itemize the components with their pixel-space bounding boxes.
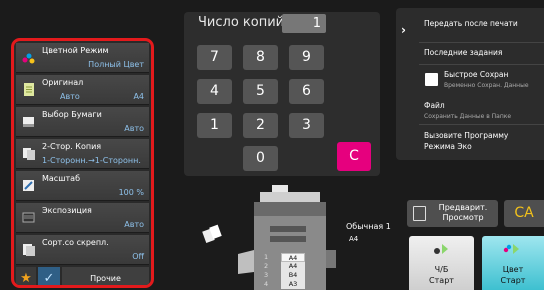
- tray-size[interactable]: A4: [281, 262, 305, 271]
- setting-name: Выбор Бумаги: [42, 110, 102, 119]
- setting-paper-select[interactable]: Выбор Бумаги Авто: [16, 107, 149, 137]
- bw-start-icon: [433, 244, 448, 254]
- menu-eco-program[interactable]: Вызовите Программу Режима Эко: [424, 130, 534, 152]
- tray-paper-size: A4: [349, 235, 359, 243]
- tray-number: 2: [264, 262, 269, 270]
- setting-value: Авто: [60, 92, 80, 101]
- chevron-right-icon[interactable]: ›: [401, 23, 406, 37]
- tray-number: 1: [264, 253, 269, 261]
- setting-name: Экспозиция: [42, 206, 92, 215]
- setting-value-size: A4: [133, 92, 144, 101]
- setting-value: Авто: [124, 124, 144, 133]
- setting-value: 1-Сторонн.→1-Сторонн.: [42, 156, 141, 165]
- menu-divider: [419, 64, 544, 65]
- color-dots-icon: [22, 53, 35, 64]
- setting-name: Цветной Режим: [42, 46, 109, 55]
- menu-send-after-print[interactable]: Передать после печати: [424, 19, 518, 28]
- copies-input[interactable]: 1: [282, 14, 326, 33]
- key-2[interactable]: 2: [243, 113, 278, 138]
- setting-name: Оригинал: [42, 78, 84, 87]
- settings-panel: Цветной Режим Полный Цвет Оригинал Авто …: [11, 38, 154, 288]
- setting-exposure[interactable]: Экспозиция Авто: [16, 203, 149, 233]
- start-color-button[interactable]: Цвет Старт: [482, 236, 544, 290]
- start-bw-label-2: Старт: [429, 276, 454, 285]
- exposure-icon: [22, 212, 35, 223]
- left-bottom-bar: ★ ✓ Прочие: [16, 267, 149, 285]
- tray-label: Обычная 1: [346, 222, 391, 231]
- tray-number: 4: [264, 280, 269, 288]
- preview-button[interactable]: Предварит. Просмотр: [407, 200, 498, 227]
- key-8[interactable]: 8: [243, 45, 278, 70]
- tray-size-selected[interactable]: A4: [281, 253, 305, 262]
- menu-recent-jobs[interactable]: Последние задания: [424, 48, 502, 57]
- setting-value: Авто: [124, 220, 144, 229]
- others-button[interactable]: Прочие: [62, 267, 149, 285]
- favorites-star-icon[interactable]: ★: [16, 267, 36, 285]
- clear-all-button[interactable]: CA: [504, 200, 544, 227]
- setting-duplex[interactable]: 2-Стор. Копия 1-Сторонн.→1-Сторонн.: [16, 139, 149, 169]
- tray-size[interactable]: B4: [281, 271, 305, 280]
- start-bw-button[interactable]: Ч/Б Старт: [409, 236, 474, 290]
- tray-number: 3: [264, 271, 269, 279]
- preview-label: Предварит. Просмотр: [438, 203, 488, 222]
- menu-file[interactable]: Файл: [424, 101, 445, 110]
- key-3[interactable]: 3: [289, 113, 324, 138]
- setting-name: 2-Стор. Копия: [42, 142, 102, 151]
- key-0[interactable]: 0: [243, 146, 278, 171]
- menu-quick-save[interactable]: Быстрое Сохран: [444, 70, 508, 79]
- duplex-icon: [23, 148, 35, 160]
- staple-sort-icon: [23, 244, 35, 256]
- setting-name: Масштаб: [42, 174, 81, 183]
- key-6[interactable]: 6: [289, 79, 324, 104]
- menu-file-sub: Сохранить Данные в Папке: [424, 113, 512, 120]
- copies-label: Число копий: [198, 15, 285, 30]
- start-color-label: Цвет: [502, 265, 524, 274]
- key-5[interactable]: 5: [243, 79, 278, 104]
- setting-sort-staple[interactable]: Сорт.со скрепл. Off: [16, 235, 149, 265]
- key-1[interactable]: 1: [197, 113, 232, 138]
- setting-color-mode[interactable]: Цветной Режим Полный Цвет: [16, 43, 149, 73]
- start-color-label-2: Старт: [500, 276, 526, 285]
- quick-save-checkbox[interactable]: [425, 73, 438, 86]
- key-9[interactable]: 9: [289, 45, 324, 70]
- menu-divider: [419, 42, 544, 43]
- paper-tray-icon: [23, 117, 34, 127]
- scale-icon: [23, 180, 34, 191]
- key-4[interactable]: 4: [197, 79, 232, 104]
- setting-name: Сорт.со скрепл.: [42, 238, 109, 247]
- menu-quick-save-sub: Временно Сохран. Данные: [444, 82, 529, 89]
- preview-icon: [413, 206, 426, 221]
- checkmark-icon[interactable]: ✓: [38, 267, 60, 285]
- setting-original[interactable]: Оригинал Авто A4: [16, 75, 149, 105]
- start-bw-label: Ч/Б: [434, 265, 449, 274]
- setting-value: Полный Цвет: [88, 60, 144, 69]
- color-start-icon: [503, 244, 519, 254]
- tray-size[interactable]: A3: [281, 280, 305, 289]
- document-icon: [24, 83, 34, 96]
- setting-value: 100 %: [118, 188, 144, 197]
- setting-value: Off: [132, 252, 144, 261]
- menu-divider: [419, 124, 544, 125]
- key-7[interactable]: 7: [197, 45, 232, 70]
- setting-scale[interactable]: Масштаб 100 %: [16, 171, 149, 201]
- clear-button[interactable]: C: [337, 142, 371, 171]
